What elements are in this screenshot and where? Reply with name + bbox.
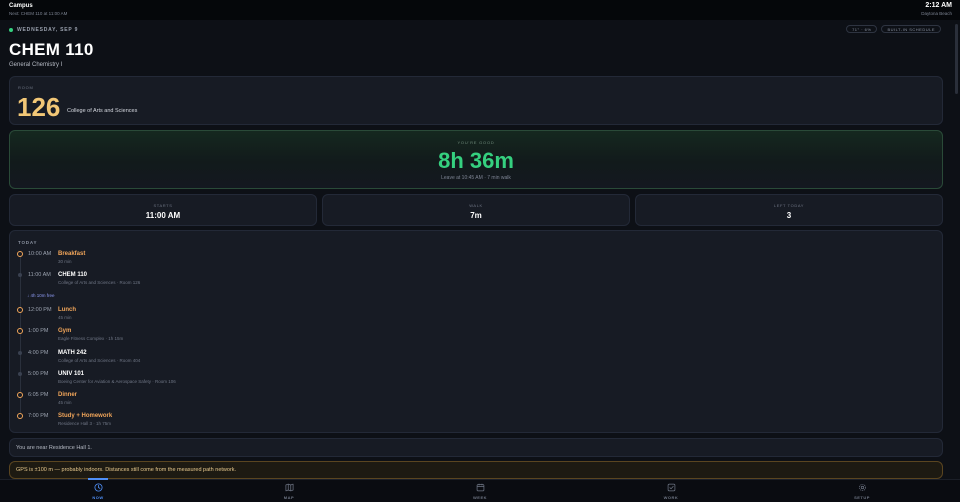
event-time: 7:00 PM — [28, 413, 49, 419]
checkbox-icon — [667, 483, 675, 492]
gear-icon — [858, 484, 866, 491]
schedule-item[interactable]: 6:05 PM Dinner 45 min — [10, 391, 910, 409]
stat-label: WALK — [469, 203, 483, 208]
scrollbar-thumb[interactable] — [955, 24, 958, 94]
nav-map[interactable]: MAP — [269, 483, 309, 501]
nav-week[interactable]: WEEK — [460, 483, 500, 501]
class-event-dot-icon — [18, 372, 22, 376]
event-title: MATH 242 — [58, 349, 87, 356]
event-meta: 45 min — [58, 400, 72, 405]
event-time: 11:00 AM — [28, 272, 51, 278]
schedule-item[interactable]: 10:00 AM Breakfast 30 min — [10, 250, 910, 268]
event-title: Gym — [58, 327, 72, 334]
location-label: Daytona Beach — [921, 11, 952, 16]
top-bar: Campus Next: CHEM 110 at 11:00 AM 2:12 A… — [0, 0, 960, 20]
header-pills: 71° · 6% BUILT-IN SCHEDULE — [846, 25, 941, 33]
room-card: ROOM 126 College of Arts and Sciences — [9, 76, 943, 125]
gps-warning: GPS is ±100 m — probably indoors. Distan… — [9, 461, 943, 479]
schedule-item[interactable]: 11:00 AM CHEM 110 College of Arts and Sc… — [10, 271, 910, 289]
stat-label: STARTS — [153, 203, 173, 208]
stat-starts: STARTS 11:00 AM — [9, 194, 317, 226]
event-time: 1:00 PM — [28, 328, 49, 334]
nav-work[interactable]: WORK — [651, 483, 691, 501]
clock-icon — [93, 483, 103, 492]
room-number: 126 — [17, 92, 61, 122]
nav-label: WORK — [663, 495, 679, 500]
class-event-dot-icon — [18, 351, 22, 355]
schedule-item[interactable]: 4:00 PM MATH 242 College of Arts and Sci… — [10, 349, 910, 367]
bottom-nav: NOW MAP WEEK WORK SETUP — [0, 479, 960, 502]
event-title: Study + Homework — [58, 412, 113, 419]
personal-event-dot-icon — [17, 413, 23, 419]
event-meta: College of Arts and Sciences · Room 404 — [58, 358, 141, 363]
event-meta: Eagle Fitness Complex · 1h 15m — [58, 336, 124, 341]
scrollbar[interactable] — [954, 22, 959, 477]
nav-now[interactable]: NOW — [78, 483, 118, 501]
event-title: Dinner — [58, 391, 78, 398]
page-title: CHEM 110 — [9, 40, 94, 59]
app-title: Campus — [9, 3, 33, 9]
stat-value: 11:00 AM — [145, 211, 181, 220]
personal-event-dot-icon — [17, 251, 23, 257]
nav-label: SETUP — [854, 495, 870, 500]
stat-value: 7m — [470, 211, 482, 220]
stat-left-today: LEFT TODAY 3 — [635, 194, 943, 226]
nav-setup[interactable]: SETUP — [842, 483, 882, 501]
event-time: 4:00 PM — [28, 350, 49, 356]
event-title: UNIV 101 — [58, 370, 85, 377]
schedule-card: TODAY 10:00 AM Breakfast 30 min 11:00 AM… — [9, 230, 943, 433]
nav-label: NOW — [92, 495, 104, 500]
leave-note: Leave at 10:45 AM · 7 min walk — [441, 175, 511, 181]
gps-warning-text: GPS is ±100 m — probably indoors. Distan… — [16, 467, 237, 473]
personal-event-dot-icon — [17, 307, 23, 313]
event-meta: College of Arts and Sciences · Room 126 — [58, 280, 141, 285]
class-event-dot-icon — [18, 273, 22, 277]
nav-label: WEEK — [473, 495, 487, 500]
event-title: CHEM 110 — [58, 271, 88, 278]
schedule-heading: TODAY — [18, 240, 38, 245]
event-time: 12:00 PM — [28, 307, 52, 313]
event-meta: Boeing Center for Aviation & Aerospace S… — [58, 379, 176, 384]
status-dot-icon — [9, 28, 13, 32]
event-time: 5:00 PM — [28, 371, 49, 377]
schedule-item[interactable]: 7:00 PM Study + Homework Residence Hall … — [10, 412, 910, 430]
nav-label: MAP — [283, 495, 295, 500]
nav-active-indicator — [88, 478, 108, 480]
room-label: ROOM — [18, 85, 34, 90]
location-notice-text: You are near Residence Hall 1. — [16, 445, 92, 451]
status-label: YOU'RE GOOD — [457, 140, 495, 145]
personal-event-dot-icon — [17, 392, 23, 398]
personal-event-dot-icon — [17, 328, 23, 334]
course-name: General Chemistry I — [9, 62, 63, 68]
schedule-item[interactable]: 12:00 PM Lunch 45 min — [10, 306, 910, 324]
calendar-icon — [476, 483, 484, 492]
next-class-subtitle: Next: CHEM 110 at 11:00 AM — [9, 11, 68, 16]
stat-walk: WALK 7m — [322, 194, 630, 226]
event-meta: 30 min — [58, 259, 72, 264]
clock-time: 2:12 AM — [925, 2, 952, 9]
schedule-item[interactable]: 1:00 PM Gym Eagle Fitness Complex · 1h 1… — [10, 327, 910, 345]
map-icon — [285, 483, 293, 492]
day-row: WEDNESDAY, SEP 9 — [9, 26, 78, 34]
schedule-item[interactable]: 5:00 PM UNIV 101 Boeing Center for Aviat… — [10, 370, 910, 388]
weather-pill[interactable]: 71° · 6% — [846, 25, 878, 33]
event-meta: 45 min — [58, 315, 72, 320]
status-card: YOU'RE GOOD 8h 36m Leave at 10:45 AM · 7… — [9, 130, 943, 189]
day-label: WEDNESDAY, SEP 9 — [17, 27, 79, 33]
event-title: Lunch — [58, 306, 76, 313]
event-title: Breakfast — [58, 250, 86, 257]
stat-value: 3 — [786, 211, 792, 220]
location-notice: You are near Residence Hall 1. — [9, 438, 943, 457]
countdown: 8h 36m — [438, 148, 514, 173]
building-name: College of Arts and Sciences — [67, 108, 138, 114]
free-time-gap: ↓ 4h 10m free — [27, 293, 55, 298]
stat-label: LEFT TODAY — [773, 203, 805, 208]
event-time: 6:05 PM — [28, 392, 49, 398]
event-time: 10:00 AM — [28, 251, 52, 257]
event-meta: Residence Hall 3 · 1h 75m — [58, 421, 112, 426]
schedule-source-pill[interactable]: BUILT-IN SCHEDULE — [881, 25, 941, 33]
